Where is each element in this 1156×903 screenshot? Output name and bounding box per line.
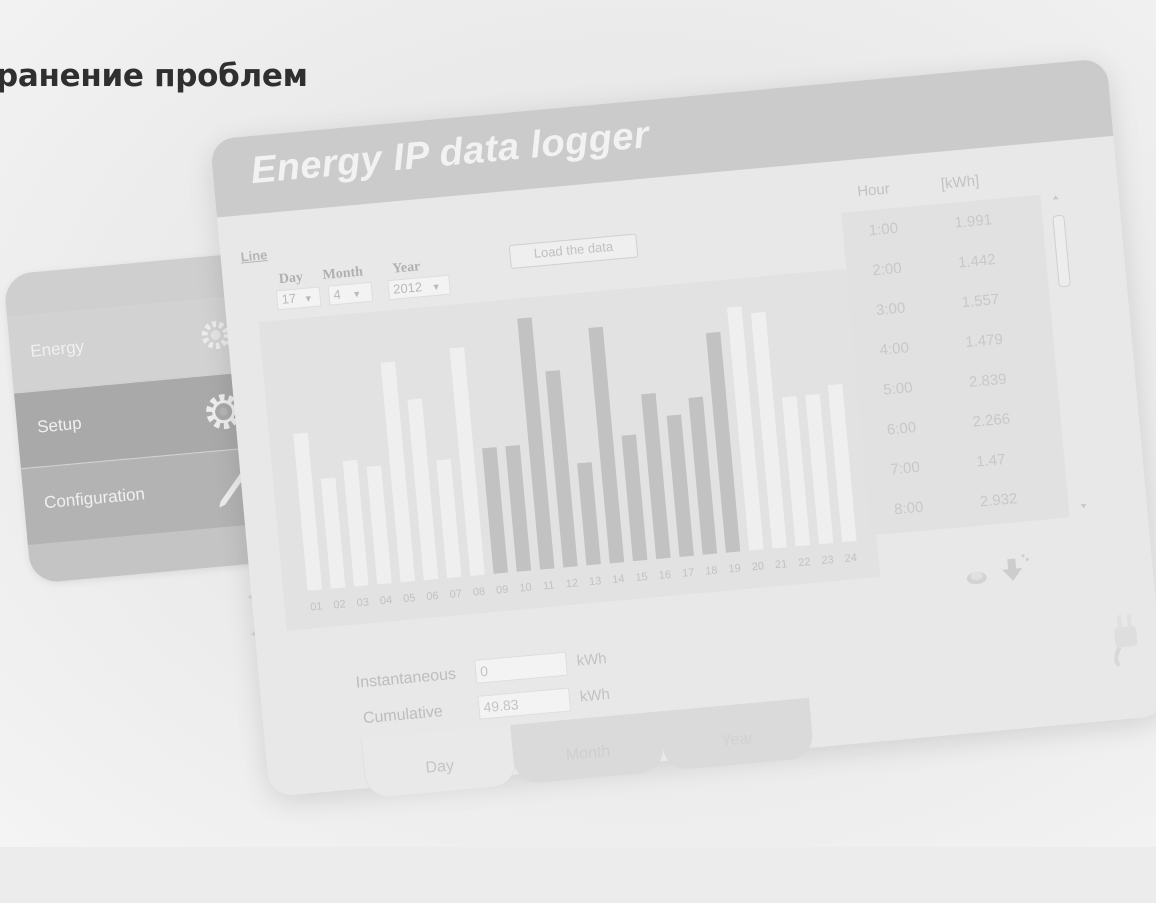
chart-bar-24 bbox=[827, 383, 857, 543]
kwh-cell: 1.479 bbox=[964, 330, 1004, 352]
kwh-cell: 2.266 bbox=[971, 410, 1011, 431]
hour-column-header: Hour bbox=[856, 180, 891, 201]
chevron-down-icon: ▼ bbox=[431, 281, 442, 293]
chart-tick-label: 10 bbox=[519, 581, 532, 594]
day-select[interactable]: 17 ▼ bbox=[275, 286, 322, 311]
hour-cell: 2:00 bbox=[871, 259, 903, 280]
tab-year[interactable]: Year bbox=[659, 697, 815, 772]
chart-tick-label: 07 bbox=[449, 588, 462, 601]
kwh-cell: 1.991 bbox=[953, 211, 993, 232]
chart-tick-label: 04 bbox=[379, 594, 392, 607]
panel-header: Energy IP data logger bbox=[209, 58, 1114, 218]
kwh-cell: 2.932 bbox=[979, 490, 1019, 511]
chart-tick-label: 02 bbox=[333, 598, 346, 611]
chart-bar-13 bbox=[577, 462, 601, 566]
chart-tick-label: 12 bbox=[565, 577, 578, 590]
chart-bar-03 bbox=[342, 459, 369, 587]
year-select[interactable]: 2012 ▼ bbox=[387, 274, 451, 301]
chart-bar-04 bbox=[366, 465, 392, 585]
app-title: Energy IP data logger bbox=[249, 114, 651, 193]
chart-tick-label: 08 bbox=[472, 586, 485, 599]
hour-cell: 4:00 bbox=[879, 339, 910, 359]
hour-cell: 5:00 bbox=[882, 379, 914, 399]
chart-bar-18 bbox=[688, 396, 718, 555]
month-label: Month bbox=[322, 264, 364, 284]
chart-bar-23 bbox=[805, 393, 834, 545]
chart-tick-label: 18 bbox=[705, 565, 718, 578]
day-select-value: 17 bbox=[281, 290, 297, 307]
chart-bar-10 bbox=[505, 444, 532, 572]
sidebar-item-label: Configuration bbox=[43, 484, 146, 513]
chart-tick-label: 19 bbox=[728, 562, 741, 575]
chart-tick-label: 06 bbox=[426, 590, 439, 603]
kwh-cell: 1.47 bbox=[975, 451, 1007, 471]
device-screen: Energy Setup Configuration Energy IP dat… bbox=[0, 0, 1156, 903]
chart-tick-label: 09 bbox=[496, 584, 509, 597]
chart-tick-label: 11 bbox=[543, 579, 555, 592]
page-heading: ранение проблем bbox=[0, 58, 308, 94]
chart-bar-07 bbox=[436, 459, 462, 579]
plug-icon bbox=[1098, 605, 1153, 669]
chart-tick-label: 03 bbox=[356, 596, 369, 609]
kwh-cell: 2.839 bbox=[968, 370, 1008, 391]
line-view-link[interactable]: Line bbox=[240, 247, 268, 264]
day-label: Day bbox=[278, 269, 304, 288]
chart-tick-label: 23 bbox=[821, 554, 834, 567]
year-label: Year bbox=[391, 259, 421, 277]
chart-bar-15 bbox=[621, 434, 648, 562]
chart-bar-17 bbox=[666, 414, 694, 558]
instantaneous-field: 0 bbox=[474, 651, 568, 684]
chart-tick-label: 13 bbox=[589, 575, 602, 588]
chart-tick-label: 14 bbox=[612, 573, 625, 586]
eraser-icon[interactable] bbox=[966, 571, 987, 585]
sidebar-item-label: Setup bbox=[36, 413, 83, 437]
chart-tick-label: 17 bbox=[682, 567, 695, 580]
instantaneous-unit: kWh bbox=[575, 650, 608, 670]
chart-tick-label: 15 bbox=[635, 571, 648, 584]
chart-tick-label: 22 bbox=[798, 556, 811, 569]
chart-tick-label: 20 bbox=[751, 560, 764, 573]
table-tools bbox=[951, 545, 1054, 594]
month-select[interactable]: 4 ▼ bbox=[327, 281, 374, 306]
chart-tick-label: 01 bbox=[310, 601, 323, 614]
sidebar-item-label: Energy bbox=[29, 337, 85, 361]
kwh-column-header: [kWh] bbox=[940, 172, 980, 193]
chart-svg: 01 02 03 04 05 06 07 08 09 10 11 12 13 14 15 16 17 18 19 20… bbox=[293, 306, 857, 614]
hourly-readings-table: 1:00 1.991 2:00 1.442 3:00 1.557 4:00 1.479 5:00… bbox=[841, 194, 1070, 536]
download-icon[interactable] bbox=[1001, 554, 1031, 582]
tab-month[interactable]: Month bbox=[510, 711, 666, 785]
hour-cell: 1:00 bbox=[868, 219, 899, 240]
daily-bar-chart: 01 02 03 04 05 06 07 08 09 10 11 12 13 14 15 16 17 18 19 20… bbox=[258, 268, 881, 631]
cumulative-label: Cumulative bbox=[362, 703, 444, 728]
chart-bar-02 bbox=[320, 477, 346, 589]
instantaneous-label: Instantaneous bbox=[355, 665, 457, 692]
kwh-cell: 1.557 bbox=[961, 290, 1000, 312]
chevron-down-icon: ▼ bbox=[303, 293, 314, 304]
load-data-button[interactable]: Load the data bbox=[508, 233, 639, 270]
year-select-value: 2012 bbox=[392, 279, 423, 297]
cumulative-field: 49.83 bbox=[477, 687, 572, 720]
month-select-value: 4 bbox=[332, 286, 342, 303]
chart-tick-label: 16 bbox=[658, 569, 671, 582]
main-panel: Energy IP data logger Line Day Month Yea… bbox=[209, 58, 1156, 799]
chart-bar-09 bbox=[482, 447, 508, 574]
chart-tick-label: 21 bbox=[774, 558, 787, 571]
hour-cell: 6:00 bbox=[886, 419, 917, 439]
chart-bar-16 bbox=[641, 393, 671, 560]
chart-tick-label: 05 bbox=[403, 592, 416, 605]
hour-cell: 3:00 bbox=[875, 299, 907, 320]
chart-bar-22 bbox=[782, 396, 811, 547]
tab-day[interactable]: Day bbox=[360, 724, 518, 799]
hour-cell: 7:00 bbox=[889, 458, 921, 479]
chart-bar-01 bbox=[293, 432, 323, 591]
chart-tick-label: 24 bbox=[844, 552, 857, 565]
hour-cell: 8:00 bbox=[893, 498, 925, 519]
kwh-cell: 1.442 bbox=[957, 251, 997, 272]
cumulative-unit: kWh bbox=[579, 685, 611, 706]
chevron-down-icon: ▼ bbox=[351, 288, 362, 300]
